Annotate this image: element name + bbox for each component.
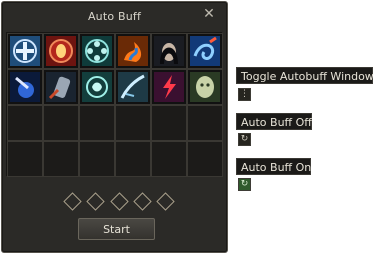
refresh-on-icon[interactable]: ↻ [238, 178, 251, 191]
auto-buff-window: Auto Buff ✕ Start [1, 1, 228, 253]
cyan-rune-icon [82, 72, 112, 102]
buff-slot-empty[interactable] [79, 141, 115, 177]
menu-dots-icon[interactable]: ⋮ [238, 88, 251, 101]
preset-selector [63, 192, 175, 211]
buff-slot-empty[interactable] [7, 141, 43, 177]
buff-slot-ghost-face[interactable] [187, 69, 223, 105]
buff-slot-frost[interactable] [115, 69, 151, 105]
buff-slot-gauntlet[interactable] [43, 69, 79, 105]
frost-icon [118, 72, 148, 102]
preset-diamond-1[interactable] [63, 192, 82, 211]
preset-diamond-5[interactable] [156, 192, 175, 211]
buff-slot-empty[interactable] [151, 141, 187, 177]
auto-buff-on-label: Auto Buff On [236, 158, 311, 175]
buff-slot-wheel-rune[interactable] [79, 33, 115, 69]
auto-buff-off-label: Auto Buff Off [236, 113, 312, 130]
wheel-rune-icon [82, 36, 112, 66]
fire-swirl-icon [118, 36, 148, 66]
blue-magic-icon [10, 72, 40, 102]
window-title: Auto Buff [87, 10, 142, 23]
toggle-autobuff-label: Toggle Autobuff Window [236, 67, 374, 84]
dark-woman-portrait-icon [154, 36, 184, 66]
buff-slot-cross-rune[interactable] [7, 33, 43, 69]
buff-slot-red-lightning[interactable] [151, 69, 187, 105]
title-bar[interactable]: Auto Buff ✕ [2, 2, 227, 30]
close-icon[interactable]: ✕ [201, 6, 217, 22]
ghost-face-icon [190, 72, 220, 102]
blue-whirl-icon [190, 36, 220, 66]
buff-slot-empty[interactable] [187, 141, 223, 177]
preset-diamond-4[interactable] [133, 192, 152, 211]
buff-slot-dark-woman[interactable] [151, 33, 187, 69]
buff-grid [6, 32, 223, 177]
buff-slot-cyan-rune[interactable] [79, 69, 115, 105]
buff-slot-empty[interactable] [115, 141, 151, 177]
cross-rune-icon [10, 36, 40, 66]
eye-shield-icon [46, 36, 76, 66]
buff-slot-empty[interactable] [115, 105, 151, 141]
gauntlet-icon [46, 72, 76, 102]
buff-slot-blue-magic[interactable] [7, 69, 43, 105]
buff-slot-blue-whirl[interactable] [187, 33, 223, 69]
buff-slot-empty[interactable] [79, 105, 115, 141]
buff-slot-empty[interactable] [7, 105, 43, 141]
buff-slot-empty[interactable] [43, 141, 79, 177]
buff-slot-empty[interactable] [151, 105, 187, 141]
buff-slot-empty[interactable] [187, 105, 223, 141]
buff-slot-empty[interactable] [43, 105, 79, 141]
preset-diamond-2[interactable] [86, 192, 105, 211]
start-button[interactable]: Start [78, 218, 155, 240]
refresh-off-icon[interactable]: ↻ [238, 133, 251, 146]
buff-slot-eye-shield[interactable] [43, 33, 79, 69]
preset-diamond-3[interactable] [109, 192, 129, 211]
buff-slot-fire-swirl[interactable] [115, 33, 151, 69]
red-lightning-icon [154, 72, 184, 102]
